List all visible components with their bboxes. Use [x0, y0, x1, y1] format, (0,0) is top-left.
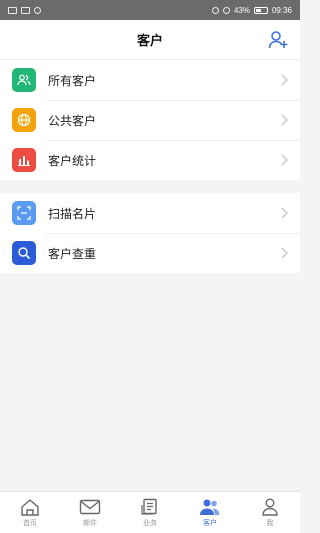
- bar-chart-icon: [12, 148, 36, 172]
- header: 客户: [0, 20, 300, 60]
- profile-icon: [262, 498, 278, 516]
- menu-item-duplicate-check[interactable]: 客户查重: [0, 233, 300, 273]
- tab-label: 我: [266, 519, 274, 527]
- page-title: 客户: [136, 33, 163, 48]
- status-right: 43% 09:36: [211, 5, 292, 15]
- add-user-icon: [268, 31, 288, 49]
- clock: 09:36: [271, 5, 292, 15]
- briefcase-icon: [141, 498, 157, 515]
- chevron-right-icon: [281, 114, 288, 126]
- mail-icon: [79, 499, 101, 514]
- status-bar: 43% 09:36: [0, 0, 300, 20]
- status-left-icons: [8, 6, 41, 14]
- tab-label: 首页: [23, 519, 37, 527]
- tab-label: 邮件: [83, 519, 97, 527]
- add-customer-button[interactable]: [266, 28, 290, 52]
- bottom-tab-bar: 首页 邮件 业务 客户 我: [0, 491, 300, 533]
- menu-item-label: 客户查重: [48, 246, 97, 261]
- alarm-icon: [211, 6, 219, 14]
- wifi-icon: [34, 6, 41, 14]
- scan-icon: [12, 201, 36, 225]
- menu-item-label: 客户统计: [48, 153, 97, 168]
- menu-item-public-customers[interactable]: 公共客户: [0, 100, 300, 140]
- signal-icon: [222, 6, 230, 14]
- tools-menu-group: 扫描名片 客户查重: [0, 193, 300, 273]
- globe-icon: [12, 108, 36, 132]
- search-icon: [12, 241, 36, 265]
- notification-icon: [21, 6, 30, 14]
- tab-profile[interactable]: 我: [240, 492, 300, 533]
- customers-icon: [200, 499, 220, 515]
- tab-label: 业务: [143, 519, 157, 527]
- menu-item-scan-card[interactable]: 扫描名片: [0, 193, 300, 233]
- tab-label: 客户: [203, 519, 217, 527]
- menu-item-customer-statistics[interactable]: 客户统计: [0, 140, 300, 180]
- menu-item-label: 扫描名片: [48, 206, 97, 221]
- tab-customers[interactable]: 客户: [180, 492, 240, 533]
- menu-item-label: 公共客户: [48, 113, 97, 128]
- chevron-right-icon: [281, 74, 288, 86]
- menu-item-label: 所有客户: [48, 73, 97, 88]
- tab-home[interactable]: 首页: [0, 492, 60, 533]
- tab-mail[interactable]: 邮件: [60, 492, 120, 533]
- notification-icon: [8, 6, 17, 14]
- battery-percent: 43%: [233, 5, 250, 15]
- customer-menu-group: 所有客户 公共客户 客户统计: [0, 60, 300, 180]
- home-icon: [21, 498, 39, 516]
- chevron-right-icon: [281, 154, 288, 166]
- battery-icon: [253, 6, 268, 14]
- people-icon: [12, 68, 36, 92]
- tab-business[interactable]: 业务: [120, 492, 180, 533]
- menu-item-all-customers[interactable]: 所有客户: [0, 60, 300, 100]
- chevron-right-icon: [281, 247, 288, 259]
- chevron-right-icon: [281, 207, 288, 219]
